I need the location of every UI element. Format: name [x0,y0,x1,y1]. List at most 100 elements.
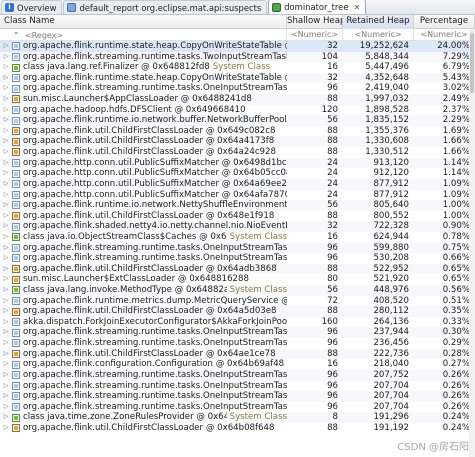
expand-arrow-icon[interactable]: ▷ [2,349,10,360]
table-row[interactable]: ▷ org.apache.flink.shaded.netty4.io.netty… [0,221,475,232]
table-row[interactable]: ▷ org.apache.flink.streaming.runtime.task… [0,381,475,392]
expand-arrow-icon[interactable]: ▷ [2,94,10,105]
table-row[interactable]: ▷ org.apache.flink.runtime.metrics.dump.M… [0,296,475,307]
table-row[interactable]: ▷ org.apache.flink.util.ChildFirstClassLo… [0,147,475,158]
table-row[interactable]: ▷ org.apache.flink.util.ChildFirstClassLo… [0,423,475,434]
expand-arrow-icon[interactable]: ▷ [2,253,10,264]
expand-arrow-icon[interactable]: ▷ [2,412,10,423]
close-icon[interactable]: ✕ [354,3,361,12]
table-row[interactable]: ▷ org.apache.flink.util.ChildFirstClassLo… [0,306,475,317]
expand-arrow-icon[interactable]: ▷ [2,264,10,275]
expand-arrow-icon[interactable]: ▷ [2,105,10,116]
table-row[interactable]: ▷ org.apache.flink.util.ChildFirstClassLo… [0,136,475,148]
table-row[interactable]: ▷ class java.io.ObjectStreamClass$Caches … [0,232,475,243]
expand-arrow-icon[interactable]: ▷ [2,359,10,370]
table-row[interactable]: ▷ org.apache.flink.streaming.runtime.task… [0,338,475,349]
table-row[interactable]: ▷ org.apache.flink.streaming.runtime.task… [0,83,475,94]
expand-arrow-icon[interactable]: ▷ [2,338,10,349]
expand-arrow-icon[interactable]: ▷ [2,391,10,402]
expand-arrow-icon[interactable]: ▷ [2,136,10,147]
table-row[interactable]: ▷ org.apache.flink.util.ChildFirstClassLo… [0,211,475,222]
expand-arrow-icon[interactable]: ▷ [2,370,10,381]
table-row[interactable]: ▷ org.apache.flink.streaming.runtime.task… [0,253,475,264]
shallow-heap-cell: 24 [327,157,338,168]
shallow-heap-cell: 24 [327,178,338,189]
table-row[interactable]: ▷ org.apache.flink.configuration.Configur… [0,359,475,370]
table-row[interactable]: ▷ org.apache.flink.streaming.runtime.task… [0,391,475,402]
expand-arrow-icon[interactable]: ▷ [2,402,10,413]
table-row[interactable]: ▷ org.apache.flink.streaming.runtime.task… [0,327,475,339]
expand-arrow-icon[interactable]: ▷ [2,317,10,328]
table-row[interactable]: ▷ org.apache.flink.runtime.io.network.Net… [0,200,475,211]
percentage-cell: 2.37% [442,104,470,115]
table-row[interactable]: ▷ sun.misc.Launcher$ExtClassLoader @ 0x64… [0,274,475,285]
expand-arrow-icon[interactable]: ▷ [2,296,10,307]
table-row[interactable]: ▷ org.apache.flink.streaming.runtime.task… [0,402,475,413]
table-row[interactable]: ▷ org.apache.flink.streaming.runtime.task… [0,369,475,381]
column-header-class-name[interactable]: Class Name [0,15,287,29]
expand-arrow-icon[interactable]: ▷ [2,243,10,254]
table-row[interactable]: ▷ org.apache.flink.util.ChildFirstClassLo… [0,126,475,137]
shallow-heap-cell: 32 [327,41,338,51]
expand-arrow-icon[interactable]: ▷ [2,381,10,392]
table-row[interactable]: ▷ org.apache.http.conn.util.PublicSuffixM… [0,178,475,190]
retained-heap-filter[interactable]: <Numeric> [343,29,414,41]
column-header-retained-heap[interactable]: Retained Heap [343,15,414,29]
scrollbar-thumb[interactable] [470,33,474,93]
table-row[interactable]: ▷ class java.lang.ref.Finalizer @ 0x64881… [0,62,475,73]
table-row[interactable]: ▷ org.apache.flink.runtime.state.heap.Cop… [0,72,475,84]
table-row[interactable]: ▷ akka.dispatch.ForkJoinExecutorConfigura… [0,317,475,328]
expand-arrow-icon[interactable]: ▷ [2,423,10,434]
expand-arrow-icon[interactable]: ▷ [2,115,10,126]
table-row[interactable]: ▷ org.apache.http.conn.util.PublicSuffixM… [0,190,475,201]
table-row[interactable]: ▷ org.apache.http.conn.util.PublicSuffixM… [0,168,475,179]
expand-arrow-icon[interactable]: ▷ [2,200,10,211]
expand-arrow-icon[interactable]: ▷ [2,179,10,190]
expand-arrow-icon[interactable]: ▷ [2,83,10,94]
shallow-heap-cell: 8 [332,412,338,423]
table-row[interactable]: ▷ org.apache.flink.runtime.io.network.buf… [0,115,475,126]
table-row[interactable]: ▷ org.apache.hadoop.hdfs.DFSClient @ 0x64… [0,105,475,116]
class-icon [12,413,20,422]
shallow-heap-cell: 96 [327,380,338,391]
table-row[interactable]: ▷ org.apache.flink.streaming.runtime.task… [0,51,475,63]
expand-arrow-icon[interactable]: ▷ [2,190,10,201]
expand-arrow-icon[interactable]: ▷ [2,211,10,222]
expand-arrow-icon[interactable]: ▷ [2,285,10,296]
expand-arrow-icon[interactable]: ▷ [2,221,10,232]
expand-arrow-icon[interactable]: ▷ [2,73,10,84]
retained-heap-cell: 1,330,512 [365,147,409,158]
expand-arrow-icon[interactable]: ▷ [2,52,10,63]
vertical-scrollbar[interactable] [469,29,475,457]
expand-arrow-icon[interactable]: ▷ [2,126,10,137]
table-row[interactable]: ▷ org.apache.flink.runtime.state.heap.Cop… [0,41,475,52]
expand-arrow-icon[interactable]: ▷ [2,168,10,179]
class-name-filter[interactable]: ⁼ <Regex> [0,29,287,41]
percentage-cell: 0.29% [442,338,470,349]
table-row[interactable]: ▷ class java.time.zone.ZoneRulesProvider … [0,412,475,423]
column-header-shallow-heap[interactable]: Shallow Heap [287,15,343,29]
expand-arrow-icon[interactable]: ▷ [2,41,10,52]
class-name-cell: ▷ org.apache.http.conn.util.PublicSuffixM… [0,190,287,201]
expand-arrow-icon[interactable]: ▷ [2,147,10,158]
expand-arrow-icon[interactable]: ▷ [2,232,10,243]
object-label: class java.io.ObjectStreamClass$Caches @… [23,231,227,242]
expand-arrow-icon[interactable]: ▷ [2,62,10,73]
expand-arrow-icon[interactable]: ▷ [2,327,10,338]
expand-arrow-icon[interactable]: ▷ [2,274,10,285]
percentage-filter[interactable]: <Numeric> [414,29,475,41]
table-row[interactable]: ▷ class java.lang.invoke.MethodType @ 0x6… [0,285,475,296]
tab-dominator-tree[interactable]: dominator_tree ✕ [268,0,367,14]
shallow-heap-filter[interactable]: <Numeric> [287,29,343,41]
table-row[interactable]: ▷ org.apache.flink.util.ChildFirstClassLo… [0,348,475,360]
expand-arrow-icon[interactable]: ▷ [2,306,10,317]
tab-overview[interactable]: i Overview [1,0,63,14]
table-row[interactable]: ▷ org.apache.http.conn.util.PublicSuffixM… [0,157,475,169]
table-row[interactable]: ▷ org.apache.flink.streaming.runtime.task… [0,242,475,254]
table-row[interactable]: ▷ sun.misc.Launcher$AppClassLoader @ 0x64… [0,94,475,105]
table-row[interactable]: ▷ org.apache.flink.util.ChildFirstClassLo… [0,263,475,275]
class-name-cell: ▷ org.apache.flink.util.ChildFirstClassLo… [0,349,287,360]
column-header-percentage[interactable]: Percentage [414,15,475,29]
tab-default-report[interactable]: default_report org.eclipse.mat.api:suspe… [63,0,268,14]
expand-arrow-icon[interactable]: ▷ [2,158,10,169]
